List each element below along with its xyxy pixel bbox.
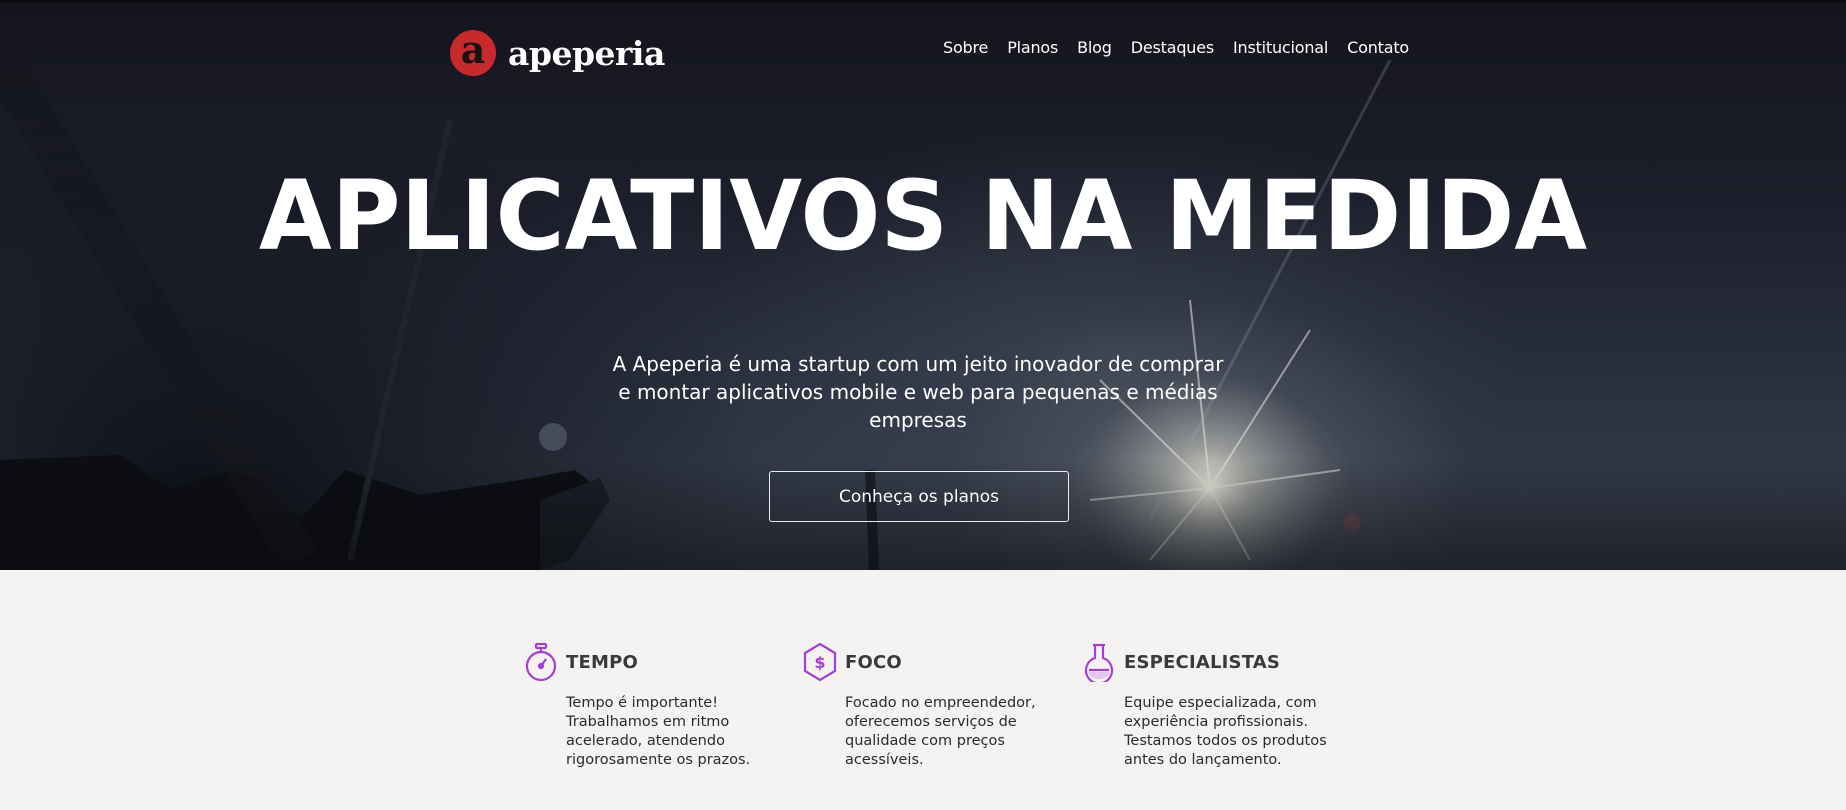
nav-item-institucional[interactable]: Institucional	[1233, 38, 1328, 57]
site-logo[interactable]: a apeperia	[450, 30, 665, 76]
top-border	[0, 0, 1846, 3]
flask-icon	[1082, 642, 1116, 682]
nav-item-contato[interactable]: Contato	[1347, 38, 1409, 57]
feature-description: Tempo é importante! Trabalhamos em ritmo…	[566, 695, 751, 768]
dollar-hexagon-icon: $	[803, 642, 837, 682]
nav-item-destaques[interactable]: Destaques	[1131, 38, 1214, 57]
hero-subtitle: A Apeperia é uma startup com um jeito in…	[612, 352, 1224, 432]
features-section: TEMPO Tempo é importante! Trabalhamos em…	[0, 570, 1846, 810]
main-nav: Sobre Planos Blog Destaques Instituciona…	[943, 38, 1409, 57]
feature-especialistas: ESPECIALISTAS Equipe especializada, com …	[1082, 642, 1327, 770]
feature-tempo: TEMPO Tempo é importante! Trabalhamos em…	[524, 642, 764, 770]
feature-title: ESPECIALISTAS	[1124, 651, 1281, 673]
hero-title: APLICATIVOS NA MEDIDA	[258, 160, 1588, 272]
nav-item-blog[interactable]: Blog	[1077, 38, 1112, 57]
stopwatch-icon	[524, 642, 558, 682]
svg-text:$: $	[814, 653, 825, 672]
logo-text: apeperia	[508, 33, 665, 73]
feature-description: Focado no empreendedor, oferecemos servi…	[845, 695, 1036, 768]
nav-item-planos[interactable]: Planos	[1007, 38, 1058, 57]
plans-cta-button[interactable]: Conheça os planos	[769, 471, 1069, 522]
logo-icon: a	[450, 30, 496, 76]
feature-description: Equipe especializada, com experiência pr…	[1124, 695, 1327, 768]
feature-foco: $ FOCO Focado no empreendedor, oferecemo…	[803, 642, 1043, 770]
feature-title: FOCO	[845, 651, 902, 673]
hero-section: a apeperia Sobre Planos Blog Destaques I…	[0, 0, 1846, 570]
feature-title: TEMPO	[566, 651, 638, 673]
nav-item-sobre[interactable]: Sobre	[943, 38, 988, 57]
